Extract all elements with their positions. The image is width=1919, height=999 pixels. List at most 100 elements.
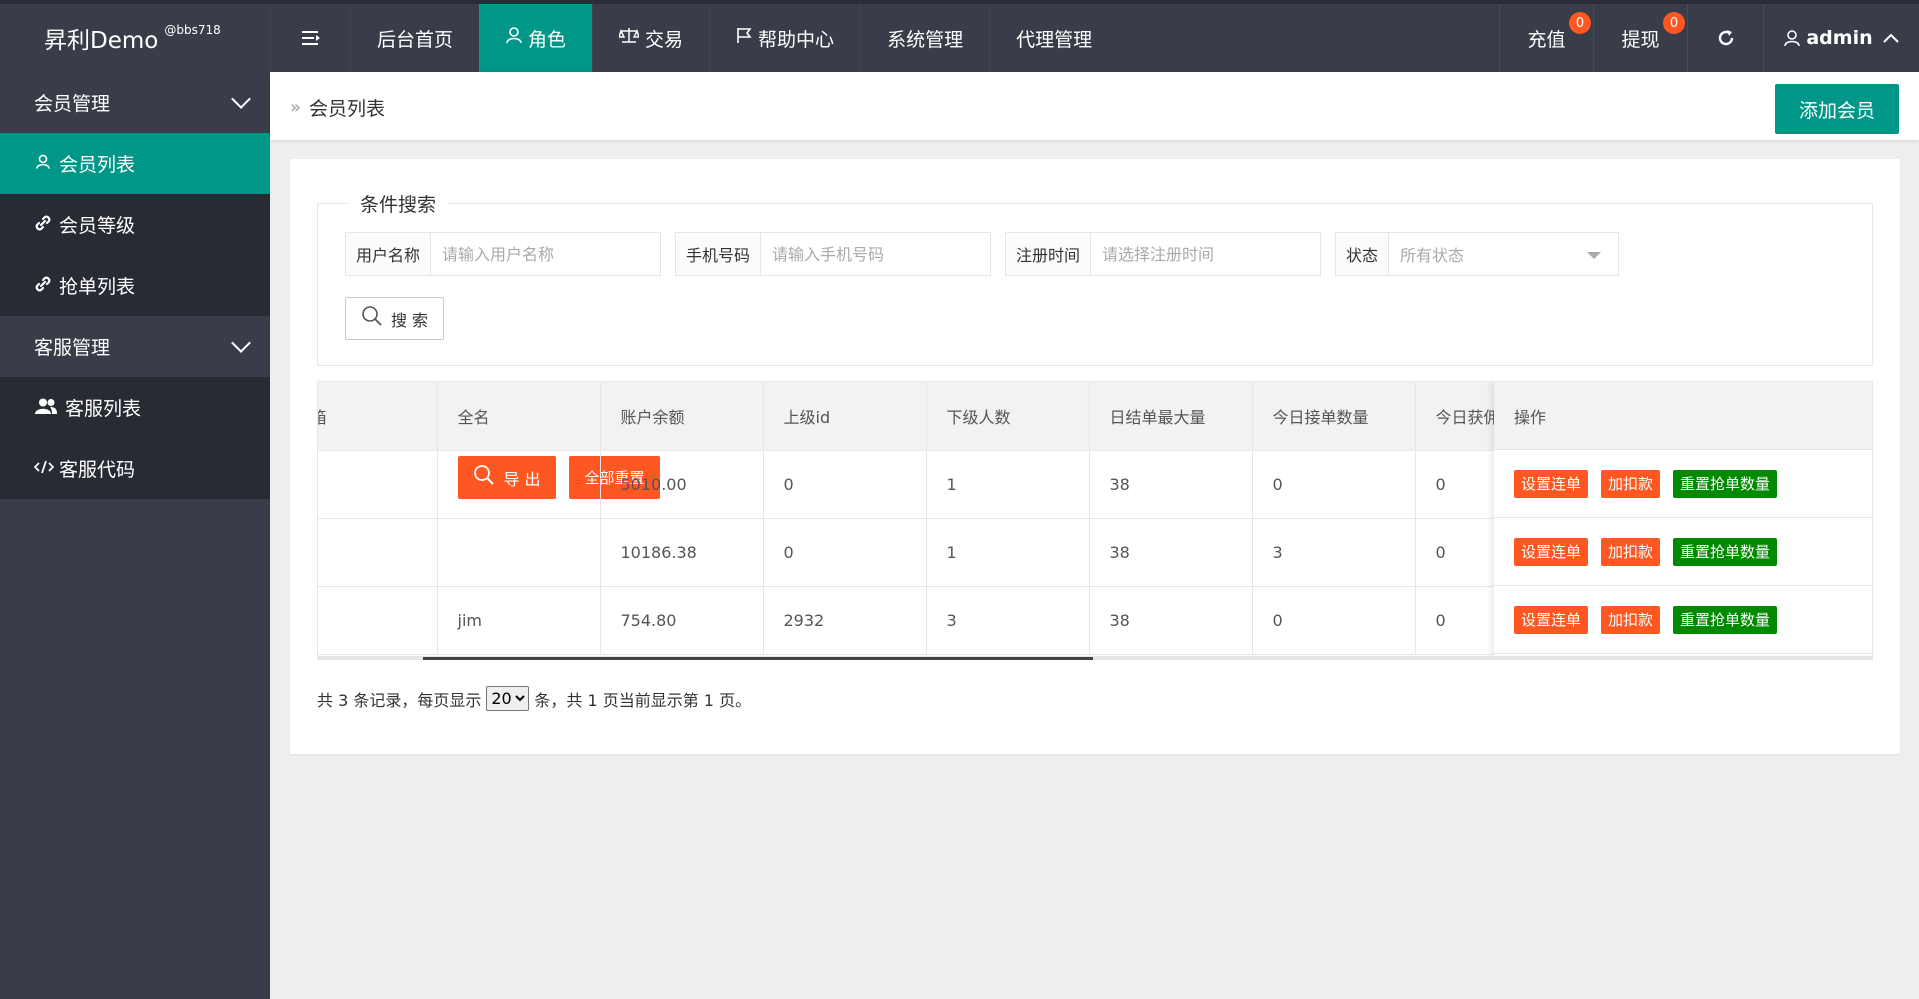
horizontal-scrollbar-thumb[interactable] bbox=[423, 657, 1093, 660]
username-input[interactable] bbox=[431, 233, 660, 275]
nav-system[interactable]: 系统管理 bbox=[860, 4, 989, 72]
sidebar-item-service-code[interactable]: 客服代码 bbox=[0, 438, 270, 499]
flag-icon bbox=[736, 27, 752, 49]
double-chevron-right-icon: » bbox=[290, 97, 302, 118]
table-cell: 754.80 bbox=[600, 586, 764, 655]
adjust-balance-button[interactable]: 加扣款 bbox=[1601, 469, 1661, 498]
status-select-value: 所有状态 bbox=[1400, 246, 1465, 265]
pagination: 共 3 条记录，每页显示 20 条，共 1 页当前显示第 1 页。 bbox=[317, 686, 751, 711]
table-cell: 1 bbox=[926, 518, 1090, 587]
recharge-button[interactable]: 充值 0 bbox=[1499, 4, 1593, 72]
sidebar-item-member-level[interactable]: 会员等级 bbox=[0, 194, 270, 255]
table-header-row: 箱 全名 账户余额 上级id 下级人数 日结单最大量 今日接单数量 今日获佣 bbox=[318, 382, 1579, 451]
set-chain-button[interactable]: 设置连单 bbox=[1514, 605, 1589, 634]
regtime-input[interactable] bbox=[1091, 233, 1320, 275]
withdraw-label: 提现 bbox=[1621, 28, 1660, 51]
member-table-grid: 箱 全名 账户余额 上级id 下级人数 日结单最大量 今日接单数量 今日获佣 5… bbox=[318, 382, 1579, 655]
column-header[interactable]: 全名 bbox=[437, 382, 601, 451]
nav-home[interactable]: 后台首页 bbox=[350, 4, 479, 72]
phone-label: 手机号码 bbox=[676, 233, 762, 275]
nav-agent-label: 代理管理 bbox=[1016, 28, 1093, 51]
refresh-icon bbox=[1718, 30, 1733, 46]
column-header[interactable]: 今日接单数量 bbox=[1252, 382, 1416, 451]
set-chain-button[interactable]: 设置连单 bbox=[1514, 537, 1589, 566]
withdraw-button[interactable]: 提现 0 bbox=[1593, 4, 1687, 72]
table-cell: 0 bbox=[763, 450, 927, 519]
nav-help[interactable]: 帮助中心 bbox=[709, 4, 860, 72]
status-label: 状态 bbox=[1336, 233, 1390, 275]
column-header[interactable]: 下级人数 bbox=[926, 382, 1090, 451]
adjust-balance-button[interactable]: 加扣款 bbox=[1601, 537, 1661, 566]
reset-grab-count-button[interactable]: 重置抢单数量 bbox=[1673, 537, 1778, 566]
search-button-label: 搜 索 bbox=[390, 310, 429, 330]
sidebar-submenu-service: 客服列表 客服代码 bbox=[0, 377, 270, 499]
set-chain-button[interactable]: 设置连单 bbox=[1514, 469, 1589, 498]
regtime-label: 注册时间 bbox=[1006, 233, 1092, 275]
page-size-select[interactable]: 20 bbox=[486, 686, 530, 711]
top-bar: 昇利Demo @bbs718 后台首页 角色 交易 帮助中心 系统管理 代理管理 … bbox=[0, 0, 1919, 72]
column-header-ops: 操作 bbox=[1494, 382, 1872, 450]
table-cell: 38 bbox=[1089, 518, 1253, 587]
table-cell: 0 bbox=[1252, 450, 1416, 519]
breadcrumb-bar: » 会员列表 添加会员 bbox=[270, 72, 1919, 140]
table-row: 10186.38 0 1 38 3 0 bbox=[318, 518, 1579, 587]
reset-grab-count-button[interactable]: 重置抢单数量 bbox=[1673, 469, 1778, 498]
ops-row: 设置连单 加扣款 重置抢单数量 bbox=[1494, 586, 1872, 654]
recharge-badge: 0 bbox=[1569, 12, 1591, 34]
nav-trade[interactable]: 交易 bbox=[592, 4, 709, 72]
users-icon bbox=[34, 398, 58, 418]
caret-down-icon bbox=[1587, 252, 1602, 259]
table-cell bbox=[318, 586, 438, 655]
scale-icon bbox=[617, 27, 641, 49]
reset-grab-count-button[interactable]: 重置抢单数量 bbox=[1673, 605, 1778, 634]
logo-text: 昇利Demo bbox=[44, 28, 159, 54]
sidebar-item-member-list[interactable]: 会员列表 bbox=[0, 133, 270, 194]
sidebar-group-label: 客服管理 bbox=[34, 337, 111, 359]
table-cell: 2932 bbox=[763, 586, 927, 655]
column-header[interactable]: 上级id bbox=[763, 382, 927, 451]
pager-suffix: 条，共 1 页当前显示第 1 页。 bbox=[534, 690, 752, 710]
table-cell: 10186.38 bbox=[600, 518, 764, 587]
table-cell bbox=[318, 518, 438, 587]
nav-role[interactable]: 角色 bbox=[479, 4, 593, 72]
sidebar-item-service-list[interactable]: 客服列表 bbox=[0, 377, 270, 438]
search-icon bbox=[361, 305, 383, 332]
sidebar-item-label: 客服代码 bbox=[59, 459, 136, 481]
table-row: 5010.00 0 1 38 0 0 bbox=[318, 450, 1579, 519]
username-label: 用户名称 bbox=[346, 233, 432, 275]
username-label: admin bbox=[1806, 27, 1873, 49]
sidebar-group-member[interactable]: 会员管理 bbox=[0, 72, 270, 133]
table-row: jim 754.80 2932 3 38 0 0 bbox=[318, 586, 1579, 655]
phone-input[interactable] bbox=[761, 233, 990, 275]
chevron-down-icon bbox=[231, 333, 251, 353]
ops-row: 设置连单 加扣款 重置抢单数量 bbox=[1494, 518, 1872, 586]
table-cell bbox=[437, 450, 601, 519]
phone-field-group: 手机号码 bbox=[675, 232, 991, 276]
column-header[interactable]: 账户余额 bbox=[600, 382, 764, 451]
refresh-button[interactable] bbox=[1687, 4, 1763, 72]
column-header[interactable]: 箱 bbox=[318, 382, 438, 451]
column-header[interactable]: 日结单最大量 bbox=[1089, 382, 1253, 451]
table-cell: 0 bbox=[1252, 586, 1416, 655]
sidebar-item-label: 抢单列表 bbox=[59, 276, 136, 298]
adjust-balance-button[interactable]: 加扣款 bbox=[1601, 605, 1661, 634]
operations-column: 操作 设置连单 加扣款 重置抢单数量 设置连单 加扣款 重置抢单数量 设置连单 … bbox=[1494, 382, 1872, 656]
sidebar-item-label: 客服列表 bbox=[65, 398, 142, 420]
nav-agent[interactable]: 代理管理 bbox=[989, 4, 1118, 72]
status-field-group: 状态 所有状态 bbox=[1335, 232, 1619, 276]
table-cell: 3 bbox=[926, 586, 1090, 655]
logo-sup: @bbs718 bbox=[164, 23, 221, 37]
sidebar-item-grab-list[interactable]: 抢单列表 bbox=[0, 255, 270, 316]
nav-home-label: 后台首页 bbox=[377, 28, 454, 51]
table-cell: jim bbox=[437, 586, 601, 655]
recharge-label: 充值 bbox=[1527, 28, 1566, 51]
user-menu[interactable]: admin bbox=[1763, 4, 1919, 72]
sidebar-toggle-button[interactable] bbox=[270, 4, 350, 72]
status-select[interactable]: 所有状态 bbox=[1389, 233, 1617, 275]
main-nav: 后台首页 角色 交易 帮助中心 系统管理 代理管理 bbox=[270, 4, 1118, 72]
search-button[interactable]: 搜 索 bbox=[345, 297, 444, 340]
link-icon bbox=[34, 214, 52, 236]
sidebar-group-service[interactable]: 客服管理 bbox=[0, 316, 270, 377]
add-member-button[interactable]: 添加会员 bbox=[1775, 84, 1899, 134]
search-legend: 条件搜索 bbox=[348, 190, 449, 217]
